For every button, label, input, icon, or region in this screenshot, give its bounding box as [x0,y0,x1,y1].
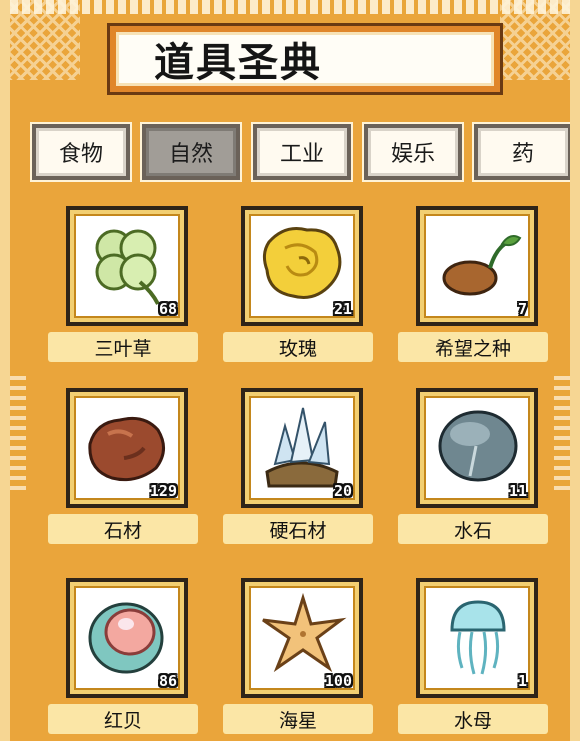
item-slot[interactable]: 7 [416,206,538,326]
item-count: 1 [517,672,527,690]
item-card[interactable]: 86 红贝 [48,578,198,741]
tab-food[interactable]: 食物 [32,124,130,180]
item-name: 石材 [48,514,198,544]
clover-icon [95,229,160,305]
seed-icon [442,235,522,296]
red-shell-icon [88,602,164,674]
item-slot[interactable]: 20 [241,388,363,508]
stone-icon [88,416,165,482]
jellyfish-icon [450,600,506,675]
item-name: 水母 [398,704,548,734]
corner-ornament [10,0,80,80]
item-slot[interactable]: 100 [241,578,363,698]
item-card[interactable]: 68 三叶草 [48,206,198,376]
item-slot[interactable]: 68 [66,206,188,326]
water-stone-icon [438,410,518,482]
item-count: 11 [508,482,527,500]
item-name: 希望之种 [398,332,548,362]
tab-nature[interactable]: 自然 [142,124,240,180]
item-slot[interactable]: 86 [66,578,188,698]
item-name: 水石 [398,514,548,544]
rose-icon [262,227,342,299]
item-slot[interactable]: 1 [416,578,538,698]
item-slot[interactable]: 129 [66,388,188,508]
title-banner: 道具圣典 [110,26,500,92]
item-name: 玫瑰 [223,332,373,362]
item-name: 三叶草 [48,332,198,362]
item-count: 21 [333,300,352,318]
crystal-stone-icon [265,407,339,488]
starfish-icon [262,592,347,673]
item-card[interactable]: 21 玫瑰 [223,206,373,376]
item-count: 100 [324,672,352,690]
game-frame: 道具圣典 食物 自然 工业 娱乐 药 68 三叶草 21 玫瑰 7 希望之种 1… [0,0,580,741]
item-count: 20 [333,482,352,500]
item-card[interactable]: 129 石材 [48,388,198,558]
tab-medicine[interactable]: 药 [474,124,570,180]
item-count: 129 [149,482,177,500]
item-name: 硬石材 [223,514,373,544]
item-card[interactable]: 1 水母 [398,578,548,741]
page-title: 道具圣典 [154,40,322,86]
tab-entertainment[interactable]: 娱乐 [364,124,462,180]
category-tabs: 食物 自然 工业 娱乐 药 [32,124,570,180]
item-grid: 68 三叶草 21 玫瑰 7 希望之种 129 石材 20 硬石材 11 水石 … [48,206,558,741]
item-count: 86 [158,672,177,690]
item-count: 7 [517,300,527,318]
item-slot[interactable]: 21 [241,206,363,326]
item-slot[interactable]: 11 [416,388,538,508]
item-card[interactable]: 11 水石 [398,388,548,558]
item-card[interactable]: 7 希望之种 [398,206,548,376]
tab-industry[interactable]: 工业 [253,124,351,180]
item-name: 海星 [223,704,373,734]
side-ornament [10,370,26,490]
item-count: 68 [158,300,177,318]
item-card[interactable]: 100 海星 [223,578,373,741]
item-card[interactable]: 20 硬石材 [223,388,373,558]
corner-ornament [500,0,570,80]
item-name: 红贝 [48,704,198,734]
